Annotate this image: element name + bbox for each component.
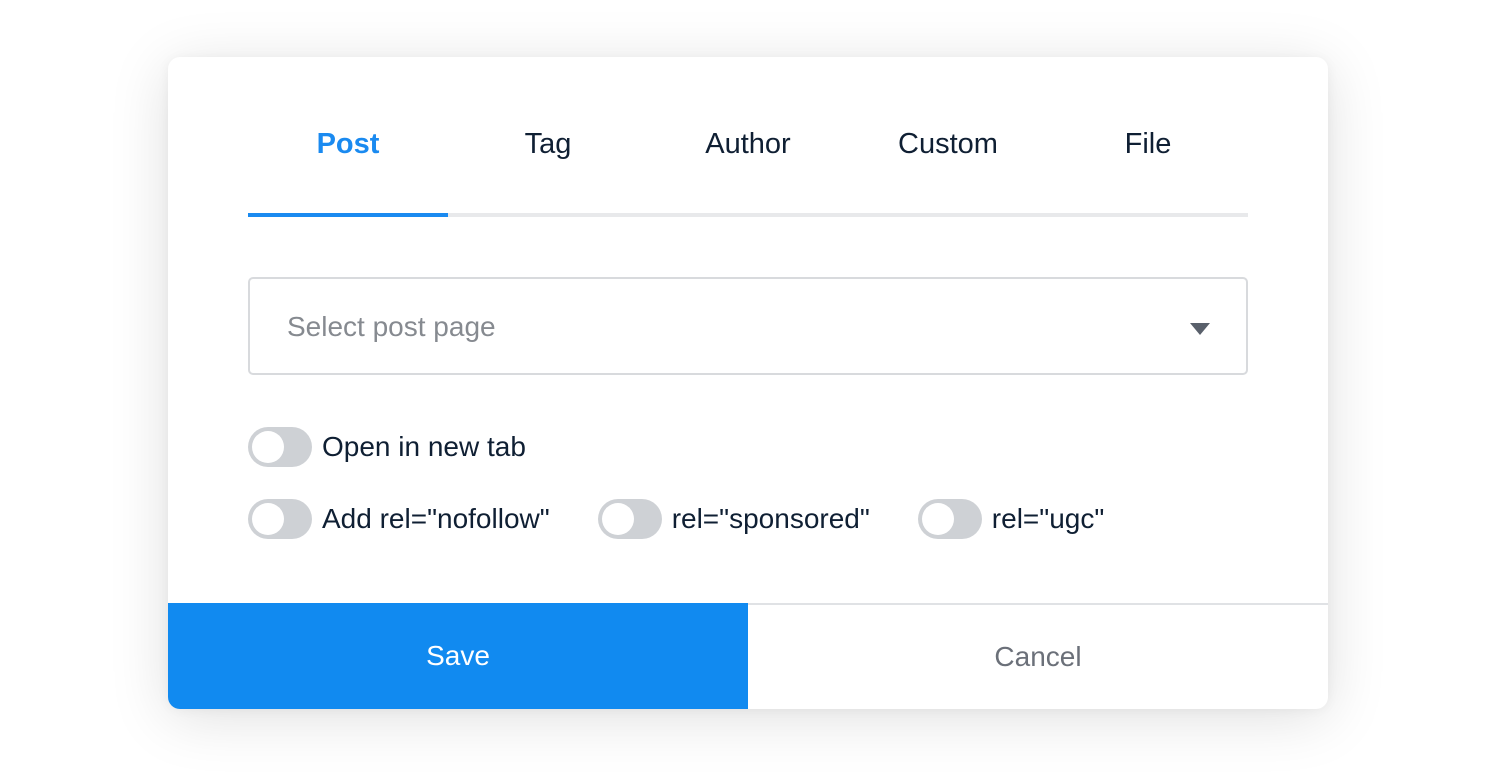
cancel-button[interactable]: Cancel bbox=[748, 605, 1328, 709]
tab-tag[interactable]: Tag bbox=[448, 107, 648, 213]
tab-file[interactable]: File bbox=[1048, 107, 1248, 213]
select-placeholder: Select post page bbox=[287, 311, 496, 342]
tab-post[interactable]: Post bbox=[248, 107, 448, 217]
toggle-row-1: Open in new tab bbox=[248, 427, 574, 467]
link-dialog: Post Tag Author Custom File Select post … bbox=[168, 57, 1328, 709]
toggle-row-2: Add rel="nofollow" rel="sponsored" rel="… bbox=[248, 499, 1152, 539]
post-page-select[interactable]: Select post page bbox=[248, 277, 1248, 375]
save-button[interactable]: Save bbox=[168, 603, 748, 709]
toggle-label: rel="sponsored" bbox=[671, 503, 870, 534]
sponsored-toggle[interactable]: rel="sponsored" bbox=[597, 499, 870, 539]
nofollow-toggle[interactable]: Add rel="nofollow" bbox=[248, 499, 550, 539]
tab-custom[interactable]: Custom bbox=[848, 107, 1048, 213]
toggle-switch[interactable] bbox=[248, 499, 312, 539]
toggle-switch[interactable] bbox=[597, 499, 662, 539]
toggle-switch[interactable] bbox=[917, 499, 982, 539]
toggle-label: rel="ugc" bbox=[991, 503, 1105, 534]
toggle-label: Open in new tab bbox=[322, 431, 526, 462]
dialog-footer: Save Cancel bbox=[168, 603, 1328, 709]
tab-bar: Post Tag Author Custom File bbox=[248, 107, 1248, 217]
tab-author[interactable]: Author bbox=[648, 107, 848, 213]
ugc-toggle[interactable]: rel="ugc" bbox=[917, 499, 1105, 539]
toggle-knob bbox=[252, 431, 284, 463]
toggle-label: Add rel="nofollow" bbox=[322, 503, 550, 534]
toggle-knob bbox=[921, 503, 954, 535]
caret-down-icon bbox=[1190, 323, 1210, 335]
open-new-tab-toggle[interactable]: Open in new tab bbox=[248, 427, 526, 467]
toggle-switch[interactable] bbox=[248, 427, 312, 467]
toggle-knob bbox=[252, 503, 284, 535]
toggle-knob bbox=[601, 503, 634, 535]
